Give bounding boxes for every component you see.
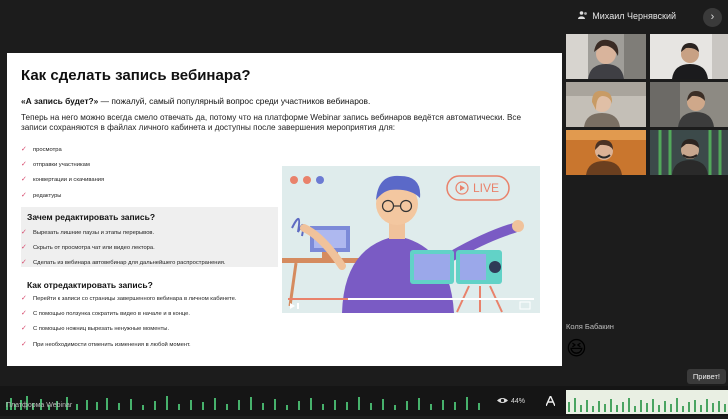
participant-video[interactable] xyxy=(566,130,646,175)
check-icon: ✓ xyxy=(21,229,27,236)
check-icon: ✓ xyxy=(21,310,27,318)
presenter-label: Михаил Чернявский xyxy=(578,11,676,21)
edit-list: ✓ Вырезать лишние паузы и этапы перерывов… xyxy=(21,229,226,275)
eye-icon xyxy=(497,397,508,406)
live-label: LIVE xyxy=(473,181,499,195)
audio-waveform xyxy=(6,388,486,419)
next-button[interactable]: › xyxy=(703,8,722,27)
check-icon: ✓ xyxy=(21,146,27,153)
check-icon: ✓ xyxy=(21,161,27,169)
speaker-name: Коля Бабакин xyxy=(566,322,614,331)
check-icon: ✓ xyxy=(21,259,27,267)
views-indicator: 44% xyxy=(497,397,525,406)
chat-greeting: Привет! xyxy=(686,369,726,384)
check-icon: ✓ xyxy=(21,295,27,302)
participant-video[interactable] xyxy=(650,82,728,127)
slide-title: Как сделать запись вебинара? xyxy=(21,67,251,84)
text-tool-icon[interactable] xyxy=(545,394,556,408)
top-bar: Михаил Чернявский › xyxy=(0,0,728,34)
list-item: ✓ просмотра xyxy=(21,146,62,153)
how-heading: Как отредактировать запись? xyxy=(27,280,153,290)
check-icon: ✓ xyxy=(21,244,27,252)
lead-text: — пожалуй, самый популярный вопрос среди… xyxy=(98,96,371,106)
slide-lead: «А запись будет?» — пожалуй, самый попул… xyxy=(21,96,370,106)
views-value: 44% xyxy=(511,398,526,405)
list-item: ✓ отправки участникам xyxy=(21,161,90,169)
bottom-caption: Платформа Webinar xyxy=(6,402,73,409)
list-item: ✓ Вырезать лишние паузы и этапы перерывов… xyxy=(21,229,155,236)
participant-video[interactable] xyxy=(650,130,728,175)
list-item: ✓ С помощью ползунка сократить видео в на… xyxy=(21,310,191,318)
list-item: ✓ При необходимости отменить изменения в … xyxy=(21,340,191,348)
presentation-slide: Как сделать запись вебинара? «А запись б… xyxy=(7,53,562,366)
list-item: ✓ Перейти к записи со страницы завершенно… xyxy=(21,295,237,302)
slide-paragraph: Теперь на него можно всегда смело отвеча… xyxy=(21,113,522,132)
check-icon: ✓ xyxy=(21,340,27,348)
edit-heading: Зачем редактировать запись? xyxy=(27,212,156,222)
uses-list: ✓ просмотра ✓ отправки участникам ✓ конверт… xyxy=(21,146,104,207)
list-item: ✓ редактуры xyxy=(21,191,62,199)
webinar-illustration: LIVE xyxy=(282,166,540,313)
participant-video[interactable] xyxy=(650,34,728,79)
participant-video[interactable] xyxy=(566,34,646,79)
audio-waveform-right xyxy=(566,390,728,414)
check-icon: ✓ xyxy=(21,325,27,333)
check-icon: ✓ xyxy=(21,176,27,184)
participant-video[interactable] xyxy=(566,82,646,127)
laugh-reaction-icon: 😆 xyxy=(566,338,587,360)
presenter-icon xyxy=(578,11,588,21)
list-item: ✓ С помощью ножниц вырезать ненужные моме… xyxy=(21,325,170,333)
how-list: ✓ Перейти к записи со страницы завершенно… xyxy=(21,295,236,356)
lead-quote: «А запись будет?» xyxy=(21,96,99,106)
list-item: ✓ конвертации и скачивания xyxy=(21,176,105,184)
list-item: ✓ Сделать из вебинара автовебинар для дал… xyxy=(21,259,226,267)
list-item: ✓ Скрыть от просмотра чат или видео лекто… xyxy=(21,244,155,252)
presenter-name: Михаил Чернявский xyxy=(592,11,676,21)
check-icon: ✓ xyxy=(21,191,27,199)
